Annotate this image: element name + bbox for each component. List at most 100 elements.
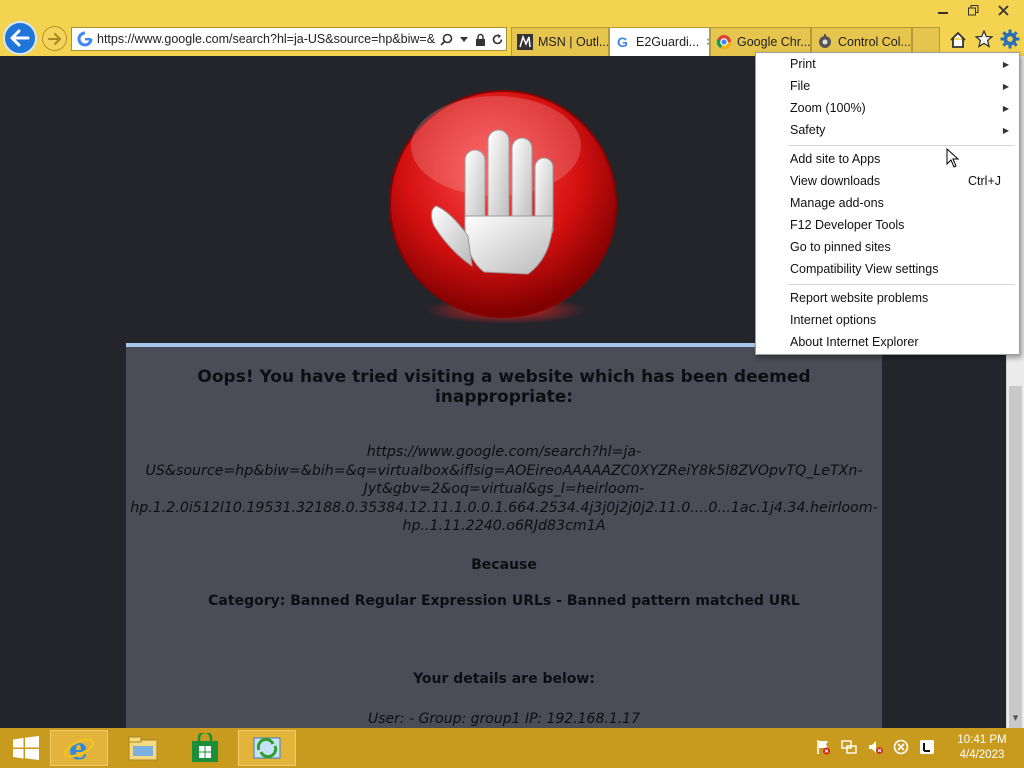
submenu-arrow-icon: ▶: [1002, 59, 1009, 69]
favorites-star-icon[interactable]: [973, 28, 995, 50]
user-details: User: - Group: group1 IP: 192.168.1.17: [367, 711, 640, 727]
network-icon[interactable]: [840, 738, 858, 756]
blocked-url-line: hp.1.2.0i512l10.19531.32188.0.35384.12.1…: [130, 499, 878, 516]
browser-chrome: https://www.google.com/search?hl=ja-US&s…: [0, 0, 1024, 56]
menu-item-go-to-pinned-sites[interactable]: Go to pinned sites: [756, 236, 1019, 258]
block-category: Category: Banned Regular Expression URLs…: [208, 593, 800, 609]
clock-time: 10:41 PM: [957, 734, 1007, 746]
file-explorer-icon: [128, 736, 158, 761]
menu-item-label: Add site to Apps: [790, 152, 881, 166]
block-headline: Oops! You have tried visiting a website …: [197, 367, 811, 407]
scrollbar-thumb[interactable]: [1009, 386, 1022, 746]
volume-muted-icon[interactable]: [866, 738, 884, 756]
refresh-icon[interactable]: [489, 28, 506, 50]
stop-hand-icon: [389, 90, 617, 324]
control-panel-icon: [817, 34, 833, 50]
restore-button[interactable]: [958, 0, 988, 20]
menu-item-safety[interactable]: Safety ▶: [756, 119, 1019, 141]
tab-label: MSN | Outl...: [538, 35, 609, 49]
google-icon: G: [615, 34, 631, 50]
dropdown-icon[interactable]: [455, 28, 472, 50]
lock-icon[interactable]: [472, 28, 489, 50]
tab-label: E2Guardi...: [636, 35, 700, 49]
search-icon[interactable]: [438, 28, 455, 50]
svg-text:G: G: [617, 34, 628, 50]
submenu-arrow-icon: ▶: [1002, 103, 1009, 113]
blocked-url-line: US&source=hp&biw=&bih=&q=virtualbox&ifls…: [145, 462, 863, 479]
menu-item-file[interactable]: File ▶: [756, 75, 1019, 97]
window-controls: [928, 0, 1018, 20]
home-icon[interactable]: [947, 28, 969, 50]
address-bar[interactable]: https://www.google.com/search?hl=ja-US&s…: [71, 27, 507, 51]
menu-item-label: Go to pinned sites: [790, 240, 891, 254]
menu-separator: [788, 284, 1015, 285]
blocked-url-line: hp..1.11.2240.o6RJd83cm1A: [402, 518, 606, 534]
taskbar-internet-explorer[interactable]: e: [50, 730, 108, 766]
menu-item-report-website-problems[interactable]: Report website problems: [756, 287, 1019, 309]
tools-menu: Print ▶ File ▶ Zoom (100%) ▶ Safety ▶ Add si…: [755, 52, 1020, 355]
menu-item-label: File: [790, 79, 811, 93]
windows-logo-icon: [13, 736, 39, 760]
tools-gear-icon[interactable]: [999, 28, 1021, 50]
system-clock[interactable]: 10:41 PM 4/4/2023: [952, 733, 1012, 763]
system-tray: [814, 738, 936, 756]
menu-item-compatibility-view-settings[interactable]: Compatibility View settings: [756, 258, 1019, 280]
blocked-url-line: Jyt&gbv=2&oq=virtual&gs_l=heirloom-: [363, 481, 645, 497]
because-label: Because: [471, 557, 537, 573]
scroll-down-arrow-icon[interactable]: ▾: [1007, 711, 1024, 724]
msn-icon: [517, 34, 533, 50]
menu-separator: [788, 145, 1015, 146]
chrome-icon: [716, 34, 732, 50]
menu-item-label: Print: [790, 57, 816, 71]
command-icons: [947, 28, 1021, 50]
details-title: Your details are below:: [413, 671, 595, 687]
menu-item-label: Internet options: [790, 313, 877, 327]
menu-item-internet-options[interactable]: Internet options: [756, 309, 1019, 331]
menu-item-manage-add-ons[interactable]: Manage add-ons: [756, 192, 1019, 214]
minimize-button[interactable]: [928, 0, 958, 20]
close-window-button[interactable]: [988, 0, 1018, 20]
mouse-cursor-icon: [946, 148, 960, 168]
menu-shortcut: Ctrl+J: [968, 174, 1001, 188]
svg-text:e: e: [69, 732, 88, 764]
menu-item-label: Safety: [790, 123, 826, 137]
menu-item-label: Report website problems: [790, 291, 929, 305]
taskbar-file-explorer[interactable]: [114, 730, 172, 766]
block-message-panel: Oops! You have tried visiting a website …: [126, 343, 882, 728]
menu-item-zoom[interactable]: Zoom (100%) ▶: [756, 97, 1019, 119]
clock-date: 4/4/2023: [959, 749, 1005, 761]
menu-item-add-site-to-apps[interactable]: Add site to Apps: [756, 148, 1019, 170]
taskbar-virtualbox[interactable]: [238, 730, 296, 766]
menu-item-label: Compatibility View settings: [790, 262, 939, 276]
menu-item-label: Zoom (100%): [790, 101, 866, 115]
google-favicon-icon: [77, 31, 97, 47]
app-tray-icon[interactable]: [918, 738, 936, 756]
blocked-url-line: https://www.google.com/search?hl=ja-: [366, 444, 642, 460]
tab-label: Google Chr...: [737, 35, 811, 49]
taskbar-store[interactable]: [176, 730, 234, 766]
address-url[interactable]: https://www.google.com/search?hl=ja-US&s…: [97, 32, 438, 46]
menu-item-print[interactable]: Print ▶: [756, 53, 1019, 75]
virtualbox-icon: [253, 737, 281, 759]
forward-button[interactable]: [42, 26, 67, 51]
menu-item-about-internet-explorer[interactable]: About Internet Explorer: [756, 331, 1019, 353]
internet-explorer-icon: e: [63, 732, 95, 764]
taskbar: e 10:41 PM 4/4/2023: [0, 728, 1024, 768]
start-button[interactable]: [6, 732, 46, 764]
store-icon: [192, 733, 218, 762]
blocked-circle-icon[interactable]: [892, 738, 910, 756]
menu-item-view-downloads[interactable]: View downloads Ctrl+J: [756, 170, 1019, 192]
tab-label: Control Col...: [838, 35, 911, 49]
menu-item-f12-developer-tools[interactable]: F12 Developer Tools: [756, 214, 1019, 236]
submenu-arrow-icon: ▶: [1002, 81, 1009, 91]
submenu-arrow-icon: ▶: [1002, 125, 1009, 135]
back-button[interactable]: [3, 21, 37, 55]
action-center-flag-icon[interactable]: [814, 738, 832, 756]
back-arrow-icon: [10, 29, 30, 47]
forward-arrow-icon: [47, 32, 61, 45]
tab-msn[interactable]: MSN | Outl...: [511, 27, 609, 56]
blocked-url: https://www.google.com/search?hl=ja- US&…: [126, 443, 882, 536]
tab-e2guardian[interactable]: G E2Guardi... ✕: [609, 27, 710, 56]
menu-item-label: Manage add-ons: [790, 196, 884, 210]
menu-item-label: F12 Developer Tools: [790, 218, 905, 232]
